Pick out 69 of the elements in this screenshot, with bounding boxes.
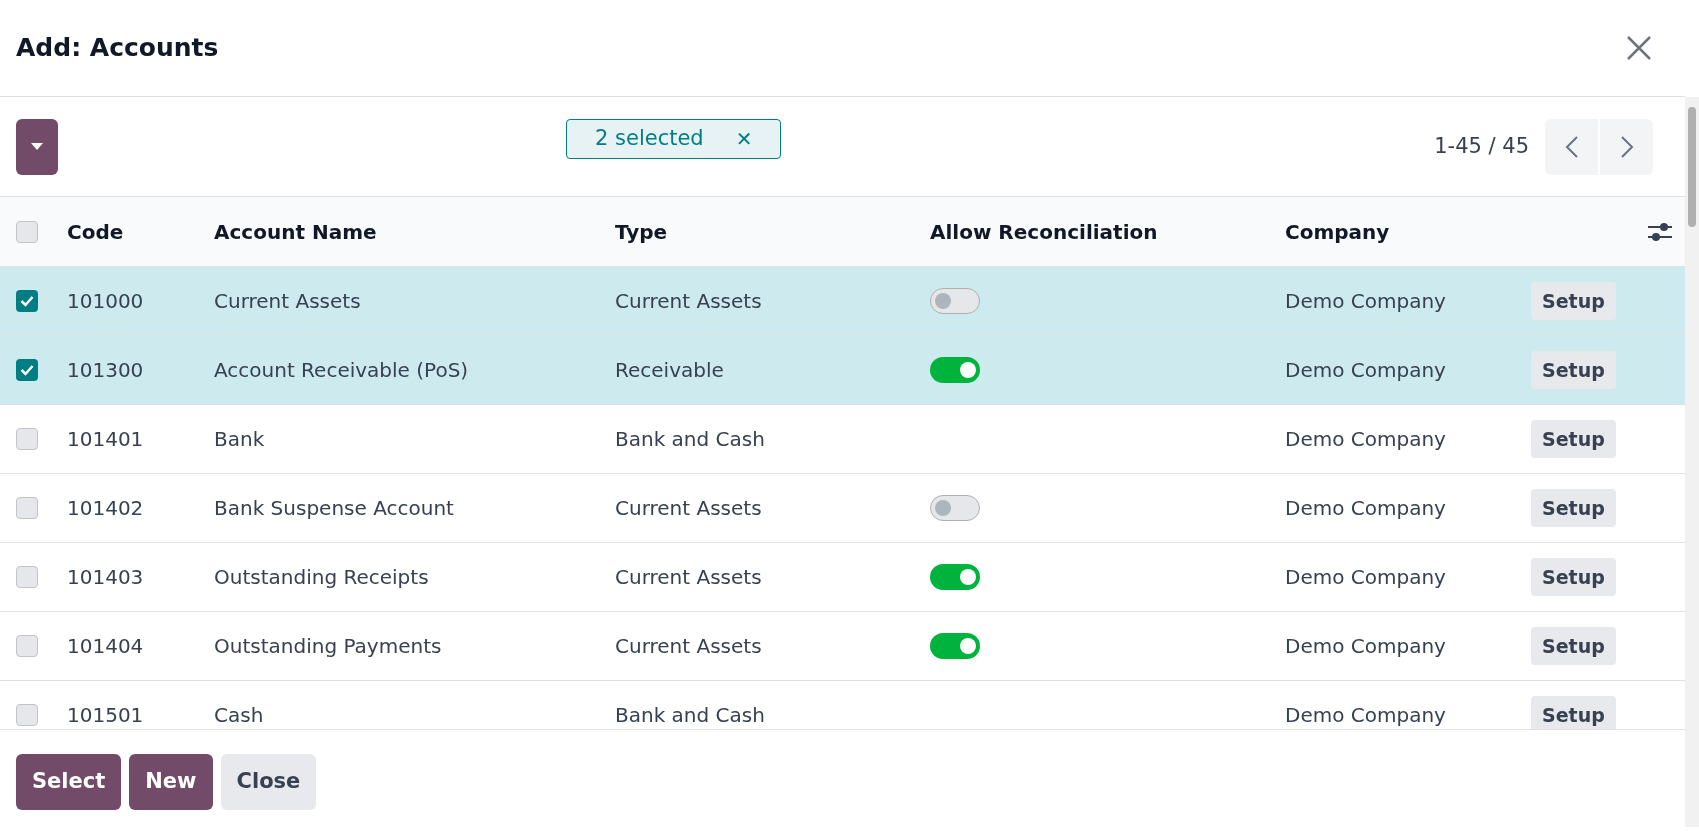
row-checkbox[interactable]	[16, 290, 38, 312]
table-cell: Demo Company	[1285, 565, 1446, 589]
reconciliation-toggle[interactable]	[930, 495, 980, 521]
reconciliation-toggle[interactable]	[930, 564, 980, 590]
pager-text: 1-45 / 45	[1434, 132, 1529, 160]
table-cell: Demo Company	[1285, 427, 1446, 451]
table-cell: Bank and Cash	[615, 427, 765, 451]
checkmark-icon	[20, 295, 34, 307]
table-cell: Receivable	[615, 358, 724, 382]
column-header[interactable]: Account Name	[214, 219, 377, 244]
table-cell: 101501	[67, 703, 144, 727]
table-cell: Demo Company	[1285, 358, 1446, 382]
table-cell: Outstanding Receipts	[214, 565, 429, 589]
reconciliation-toggle[interactable]	[930, 357, 980, 383]
new-button[interactable]: New	[129, 754, 213, 810]
row-checkbox[interactable]	[16, 497, 38, 519]
select-button[interactable]: Select	[16, 754, 122, 810]
table-cell: Bank Suspense Account	[214, 496, 454, 520]
selection-count-label: 2 selected	[595, 125, 704, 153]
setup-button[interactable]: Setup	[1531, 489, 1616, 527]
scrollbar[interactable]	[1685, 97, 1699, 827]
table-cell: Current Assets	[615, 634, 762, 658]
column-header[interactable]: Code	[67, 219, 124, 244]
table-cell: Demo Company	[1285, 289, 1446, 313]
row-checkbox[interactable]	[16, 635, 38, 657]
setup-button[interactable]: Setup	[1531, 351, 1616, 389]
table-cell: 101404	[67, 634, 144, 658]
table-cell: 101402	[67, 496, 144, 520]
table-cell: Demo Company	[1285, 496, 1446, 520]
table-cell: Cash	[214, 703, 264, 727]
table-cell: 101000	[67, 289, 144, 313]
setup-button[interactable]: Setup	[1531, 696, 1616, 729]
reconciliation-toggle[interactable]	[930, 288, 980, 314]
column-header[interactable]: Type	[615, 219, 668, 244]
table-cell: 101403	[67, 565, 144, 589]
table-cell: Outstanding Payments	[214, 634, 442, 658]
setup-button[interactable]: Setup	[1531, 558, 1616, 596]
table-cell: 101300	[67, 358, 144, 382]
close-button[interactable]: Close	[220, 754, 317, 810]
table-cell: Account Receivable (PoS)	[214, 358, 469, 382]
reconciliation-toggle[interactable]	[930, 633, 980, 659]
table-cell: Current Assets	[615, 496, 762, 520]
table-cell: 101401	[67, 427, 144, 451]
previous-button[interactable]	[1545, 118, 1598, 175]
select-all-checkbox[interactable]	[16, 220, 38, 243]
chevron-left-icon	[1564, 134, 1579, 159]
next-button[interactable]	[1600, 118, 1653, 175]
row-checkbox[interactable]	[16, 566, 38, 588]
table-cell: Demo Company	[1285, 703, 1446, 727]
row-checkbox[interactable]	[16, 428, 38, 450]
clear-selection-button[interactable]: ✕	[735, 124, 753, 154]
setup-button[interactable]: Setup	[1531, 282, 1616, 320]
column-header[interactable]: Company	[1285, 219, 1390, 244]
row-checkbox[interactable]	[16, 704, 38, 726]
setup-button[interactable]: Setup	[1531, 420, 1616, 458]
table-cell: Current Assets	[615, 289, 762, 313]
table-cell: Bank	[214, 427, 265, 451]
table-cell: Bank and Cash	[615, 703, 765, 727]
column-header[interactable]: Allow Reconciliation	[930, 219, 1158, 244]
chevron-right-icon	[1619, 134, 1634, 159]
dropdown-button[interactable]	[16, 118, 58, 175]
checkmark-icon	[20, 364, 34, 376]
table-cell: Current Assets	[615, 565, 762, 589]
table-cell: Current Assets	[214, 289, 361, 313]
dialog-title: Add: Accounts	[16, 32, 219, 65]
setup-button[interactable]: Setup	[1531, 627, 1616, 665]
table-cell: Demo Company	[1285, 634, 1446, 658]
caret-icon	[31, 142, 43, 151]
row-checkbox[interactable]	[16, 359, 38, 381]
